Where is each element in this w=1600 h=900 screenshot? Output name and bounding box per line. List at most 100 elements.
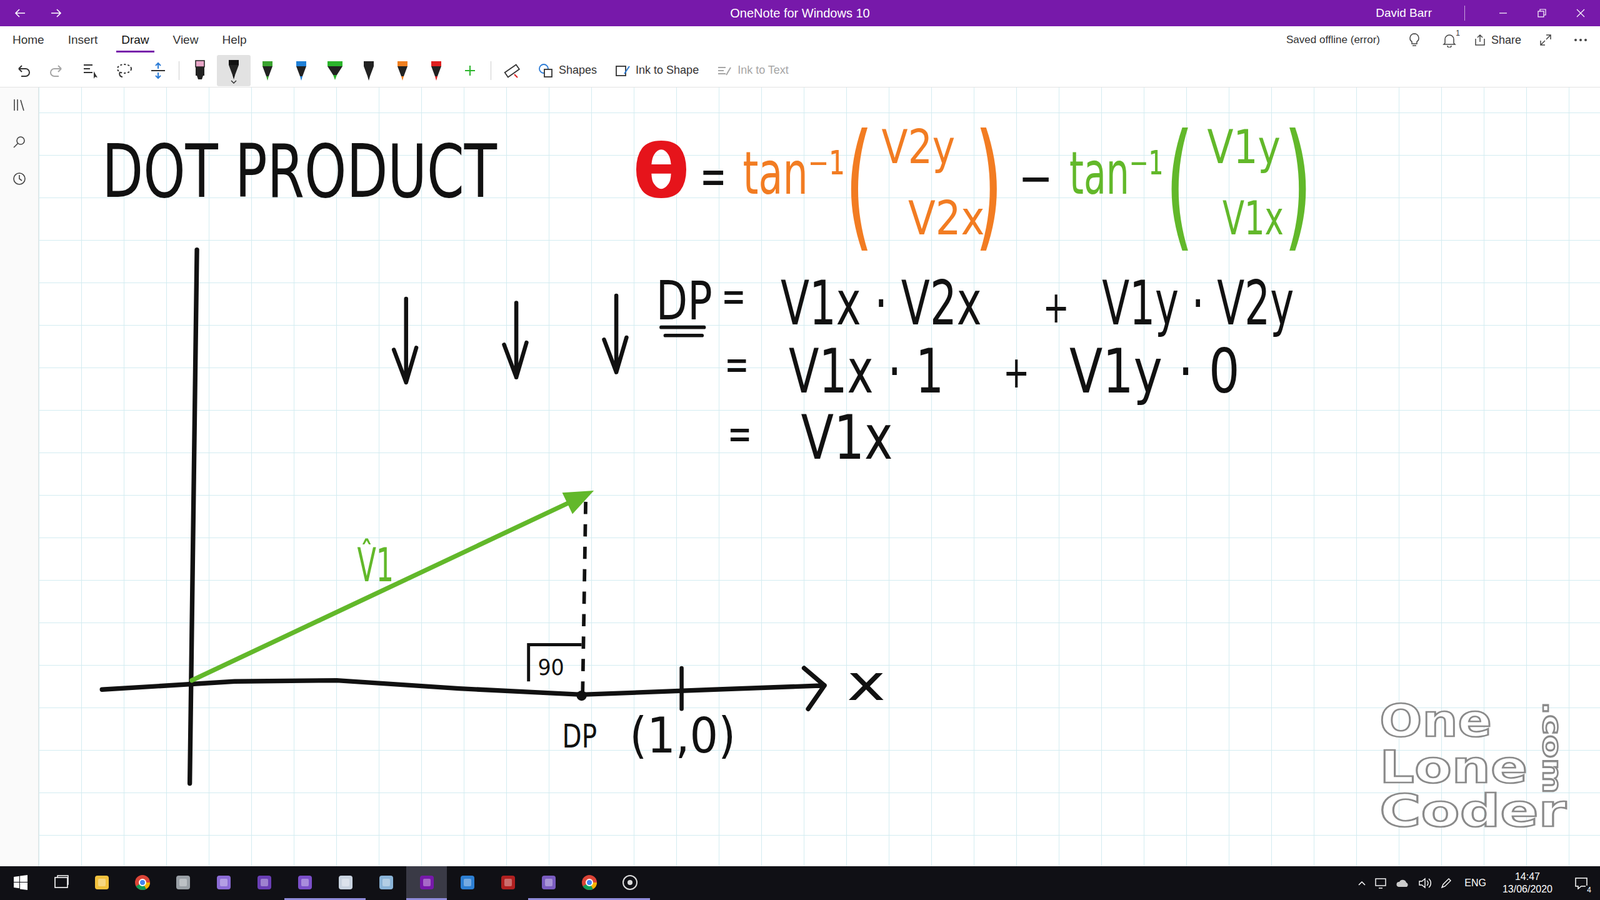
- tool-button[interactable]: [6, 56, 40, 85]
- ribbon-tab[interactable]: Home: [7, 28, 50, 53]
- down-arrow: [393, 298, 417, 383]
- taskbar-app[interactable]: [568, 866, 610, 900]
- ink-to-shape-button[interactable]: Ink to Shape: [605, 56, 708, 85]
- clock-icon: [11, 171, 27, 187]
- pen-button[interactable]: [284, 55, 319, 87]
- lasso-icon: [115, 61, 134, 80]
- taskbar-app[interactable]: [203, 866, 244, 900]
- draw-toolbar: Shapes Ink to Shape Ink to Text: [0, 53, 1600, 88]
- onedrive-icon[interactable]: [1395, 876, 1411, 890]
- denominator: V2x: [908, 190, 985, 246]
- paint-icon: [336, 873, 355, 892]
- pen-button[interactable]: [385, 55, 420, 87]
- ribbon-tab[interactable]: Help: [216, 28, 252, 53]
- pen-button[interactable]: [183, 55, 217, 87]
- tell-me-button[interactable]: [1403, 29, 1425, 51]
- y-axis: [190, 250, 197, 784]
- ribbon-tabs: Home Insert Draw View Help Saved offline (er…: [0, 26, 1600, 54]
- point-label: DP: [562, 717, 598, 755]
- pen-button[interactable]: [250, 55, 285, 87]
- ink-to-shape-icon: [614, 62, 631, 79]
- fullscreen-button[interactable]: [1535, 29, 1557, 51]
- taskbar-app[interactable]: [284, 866, 325, 900]
- chevron-up-icon[interactable]: [1356, 878, 1367, 889]
- marker-icon: [325, 58, 345, 83]
- pen-icon: [393, 58, 412, 83]
- down-arrow: [604, 295, 627, 372]
- chat-icon: [539, 873, 559, 892]
- notebooks-button[interactable]: [8, 93, 31, 117]
- input-language[interactable]: ENG: [1460, 877, 1490, 889]
- ink-to-text-icon: [716, 62, 733, 79]
- unit-point-label: (1,0): [629, 707, 736, 765]
- search-button[interactable]: [8, 130, 31, 154]
- denominator: V1x: [1222, 190, 1284, 246]
- chrome-icon: [580, 873, 599, 892]
- taskbar-app[interactable]: [528, 866, 569, 900]
- tool-button[interactable]: [107, 56, 142, 85]
- chrome-icon: [133, 873, 152, 892]
- dp-label: DP: [656, 270, 713, 332]
- page-canvas[interactable]: DOT PRODUCTθ=−tan⁻¹(V2yV2x)tan⁻¹(V1yV1x)…: [38, 87, 1600, 867]
- title-bar: OneNote for Windows 10 David Barr: [0, 0, 1600, 27]
- close-button[interactable]: [1561, 0, 1600, 27]
- share-button[interactable]: Share: [1473, 33, 1522, 47]
- onenote-icon: [417, 873, 437, 892]
- ribbon-tab[interactable]: Draw: [116, 28, 154, 53]
- toolbar-separator: [490, 61, 492, 80]
- taskbar-app[interactable]: [487, 866, 529, 900]
- forward-arrow-icon: [50, 6, 63, 20]
- action-center-button[interactable]: 4: [1565, 866, 1598, 900]
- recent-button[interactable]: [8, 167, 31, 190]
- highlighter-icon: [190, 58, 210, 83]
- taskbar-app[interactable]: [162, 866, 204, 900]
- pen-icon: [224, 57, 244, 82]
- volume-icon[interactable]: [1418, 876, 1432, 890]
- user-name[interactable]: David Barr: [1375, 6, 1465, 20]
- more-button[interactable]: [1570, 29, 1592, 51]
- taskbar-app[interactable]: [243, 866, 285, 900]
- notifications-button[interactable]: 1: [1438, 29, 1460, 51]
- projection-line: [582, 501, 586, 694]
- watermark: OneLoneCoder.com: [1379, 694, 1567, 837]
- taskbar-app[interactable]: [40, 866, 82, 900]
- back-button[interactable]: [10, 3, 30, 24]
- unit-vector: [191, 496, 582, 681]
- ribbon-tab[interactable]: View: [168, 28, 204, 53]
- taskbar-app[interactable]: [81, 866, 122, 900]
- tool-button[interactable]: [73, 56, 108, 85]
- network-icon[interactable]: [1374, 876, 1389, 890]
- add-pen-button[interactable]: [453, 56, 487, 85]
- vector-label: V̂1: [356, 537, 394, 593]
- pen-button[interactable]: [419, 55, 454, 87]
- pen-button[interactable]: [318, 55, 352, 87]
- ruler-button[interactable]: [495, 56, 529, 85]
- minimize-button[interactable]: [1483, 0, 1523, 27]
- sync-status[interactable]: Saved offline (error): [1286, 33, 1380, 47]
- taskbar-app[interactable]: [365, 866, 407, 900]
- equation-line: =V1x · V2x+V1y · V2y: [721, 267, 1294, 339]
- more-dots-icon: [1573, 37, 1588, 43]
- restore-button[interactable]: [1522, 0, 1562, 27]
- taskbar-app[interactable]: [406, 866, 447, 900]
- plus-sign: +: [1043, 280, 1070, 334]
- tool-button[interactable]: [141, 56, 175, 85]
- projection-point: [576, 690, 587, 701]
- taskbar-app[interactable]: [446, 866, 488, 900]
- taskbar-app[interactable]: [609, 866, 650, 900]
- tool-button[interactable]: [40, 56, 74, 85]
- pen-button[interactable]: [216, 55, 251, 87]
- pen-workspace-icon[interactable]: [1439, 876, 1454, 890]
- bell-icon: [1442, 32, 1457, 48]
- expand-icon: [1539, 33, 1552, 47]
- taskbar-app[interactable]: [121, 866, 163, 900]
- ribbon-tab[interactable]: Insert: [63, 28, 104, 53]
- pen-button[interactable]: [351, 55, 386, 87]
- shapes-button[interactable]: Shapes: [528, 56, 606, 85]
- forward-button[interactable]: [46, 3, 67, 24]
- clock[interactable]: 14:47 13/06/2020: [1497, 870, 1558, 896]
- taskbar-app[interactable]: [325, 866, 366, 900]
- ink-to-text-button[interactable]: Ink to Text: [707, 56, 798, 85]
- taskbar-app[interactable]: [0, 866, 41, 900]
- task-view-icon: [51, 873, 71, 892]
